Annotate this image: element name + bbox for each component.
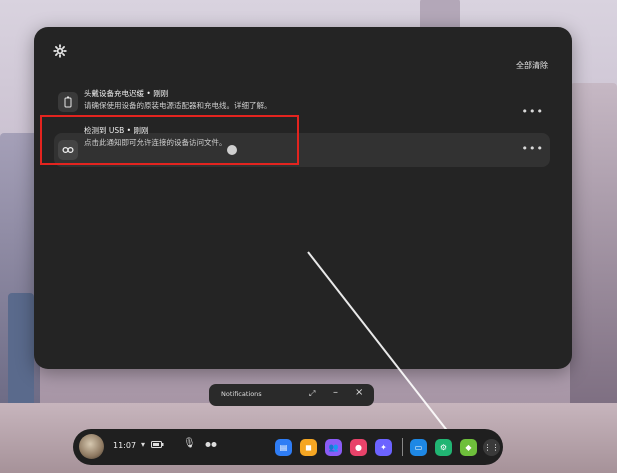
microphone-icon[interactable]: 🎙 — [183, 438, 196, 449]
system-dock: 11:07 ▾ 🎙 ▤ ◼ 👥 ● ✦ ▭ ⚙ ◆ ⋮⋮ — [73, 429, 503, 465]
android-app-icon[interactable]: ◆ — [460, 439, 477, 456]
clock-time: 11:07 — [113, 441, 137, 450]
app-orange-icon[interactable]: ◼ — [300, 439, 317, 456]
store-app-icon[interactable]: ▤ — [275, 439, 292, 456]
notifications-window-bar[interactable]: Notifications ⤢ – × — [209, 384, 374, 406]
app-library-icon[interactable]: ⋮⋮ — [483, 439, 500, 456]
avatar[interactable] — [79, 434, 104, 459]
close-icon[interactable]: × — [355, 387, 363, 398]
dock-divider — [402, 438, 403, 456]
controllers-icon[interactable] — [205, 440, 217, 452]
camera-app-icon[interactable]: ● — [350, 439, 367, 456]
wifi-icon: ▾ — [141, 440, 146, 449]
window-title: Notifications — [221, 390, 262, 398]
tv-app-icon[interactable]: ▭ — [410, 439, 427, 456]
settings-app-icon[interactable]: ⚙ — [435, 439, 452, 456]
expand-icon[interactable]: ⤢ — [309, 389, 315, 399]
people-app-icon[interactable]: 👥 — [325, 439, 342, 456]
minimize-icon[interactable]: – — [333, 387, 338, 398]
explore-app-icon[interactable]: ✦ — [375, 439, 392, 456]
battery-status-icon — [151, 441, 164, 451]
